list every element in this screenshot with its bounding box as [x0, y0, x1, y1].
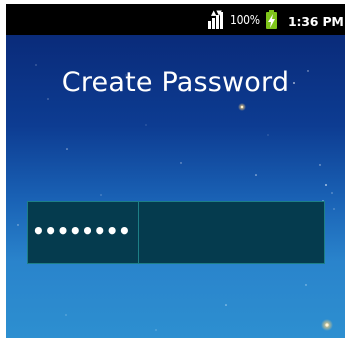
status-bar: ▲▼ 100% 1:36 PM — [6, 4, 345, 35]
password-field[interactable]: •••••••• — [27, 201, 325, 264]
password-mask: •••••••• — [32, 219, 131, 243]
battery-percent: 100% — [230, 13, 260, 27]
phone-screen: ▲▼ 100% 1:36 PM Create Password •••••••• — [6, 4, 345, 338]
signal-icon: ▲▼ — [208, 10, 226, 29]
password-empty-cell[interactable] — [139, 202, 324, 263]
status-time: 1:36 PM — [288, 14, 344, 29]
page-title: Create Password — [61, 67, 290, 98]
battery-charging-icon — [266, 10, 277, 29]
password-entry-cell[interactable]: •••••••• — [28, 202, 139, 263]
